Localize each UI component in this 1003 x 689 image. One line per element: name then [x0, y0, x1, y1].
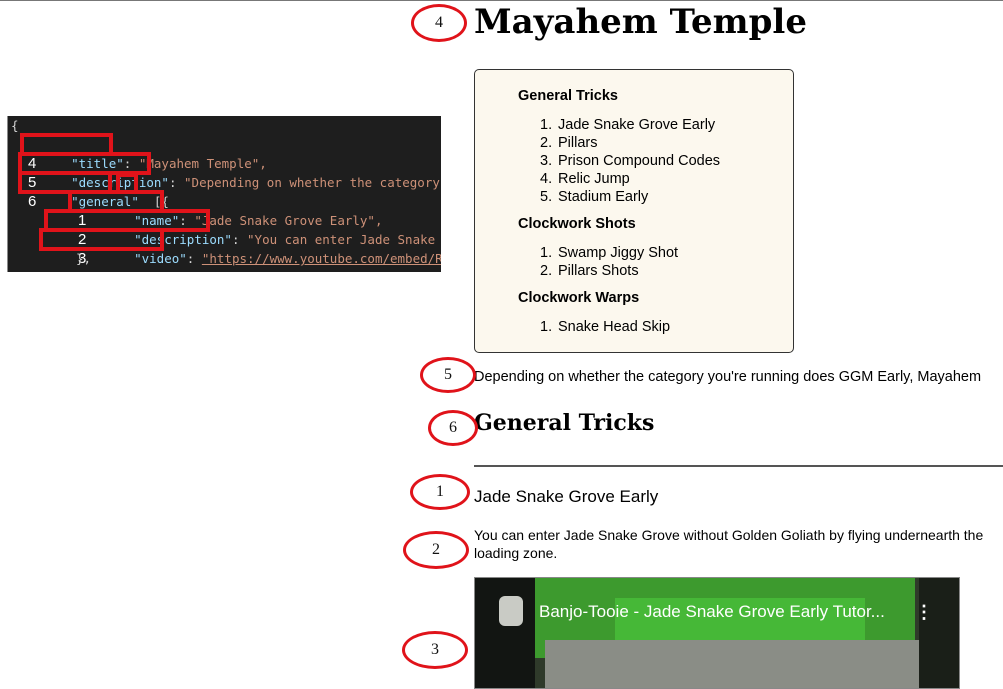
section-heading: General Tricks: [474, 410, 655, 436]
section-divider: [474, 465, 1003, 467]
page-description: Depending on whether the category you're…: [474, 369, 982, 385]
trick-description: You can enter Jade Snake Grove without G…: [474, 527, 984, 561]
code-close-brace: },: [76, 251, 92, 266]
toc-item[interactable]: 1. Snake Head Skip: [518, 318, 670, 336]
video-title[interactable]: Banjo-Tooie - Jade Snake Grove Early Tut…: [539, 602, 885, 622]
page-title: Mayahem Temple: [474, 2, 807, 42]
toc-heading-general-tricks: General Tricks: [518, 88, 618, 104]
code-editor-panel: { 4 "title": "Mayahem Temple", 5 "descript…: [8, 116, 441, 272]
video-embed[interactable]: Banjo-Tooie - Jade Snake Grove Early Tut…: [474, 577, 960, 689]
annotation-oval-5: 5: [420, 357, 476, 393]
more-options-icon[interactable]: ⋮: [915, 602, 933, 623]
channel-avatar-icon[interactable]: [499, 596, 523, 626]
toc-item[interactable]: 1. Swamp Jiggy Shot: [518, 244, 678, 262]
annotation-oval-1: 1: [410, 474, 470, 510]
toc-item[interactable]: 5. Stadium Early: [518, 188, 720, 206]
video-frame-shadow-right: [919, 578, 959, 688]
highlight-box-video: [39, 228, 164, 251]
toc-item[interactable]: 3. Prison Compound Codes: [518, 152, 720, 170]
annotation-oval-6: 6: [428, 410, 478, 446]
annotation-oval-3: 3: [402, 631, 468, 669]
trick-name: Jade Snake Grove Early: [474, 487, 659, 506]
annotation-number: 6: [28, 193, 37, 210]
toc-list-general-tricks: 1. Jade Snake Grove Early 2. Pillars 3. Pri…: [518, 116, 720, 206]
toc-list-clockwork-shots: 1. Swamp Jiggy Shot 2. Pillars Shots: [518, 244, 678, 280]
toc-item[interactable]: 4. Relic Jump: [518, 170, 720, 188]
toc-item[interactable]: 2. Pillars: [518, 134, 720, 152]
toc-item[interactable]: 2. Pillars Shots: [518, 262, 678, 280]
toc-list-clockwork-warps: 1. Snake Head Skip: [518, 318, 670, 336]
annotation-oval-4: 4: [411, 4, 467, 42]
toc-heading-clockwork-shots: Clockwork Shots: [518, 216, 636, 232]
toc-item[interactable]: 1. Jade Snake Grove Early: [518, 116, 720, 134]
annotation-oval-2: 2: [403, 531, 469, 569]
table-of-contents: General Tricks 1. Jade Snake Grove Early …: [474, 69, 794, 353]
toc-heading-clockwork-warps: Clockwork Warps: [518, 290, 640, 306]
video-frame-shadow: [475, 578, 535, 688]
code-open-brace: {: [11, 118, 19, 133]
